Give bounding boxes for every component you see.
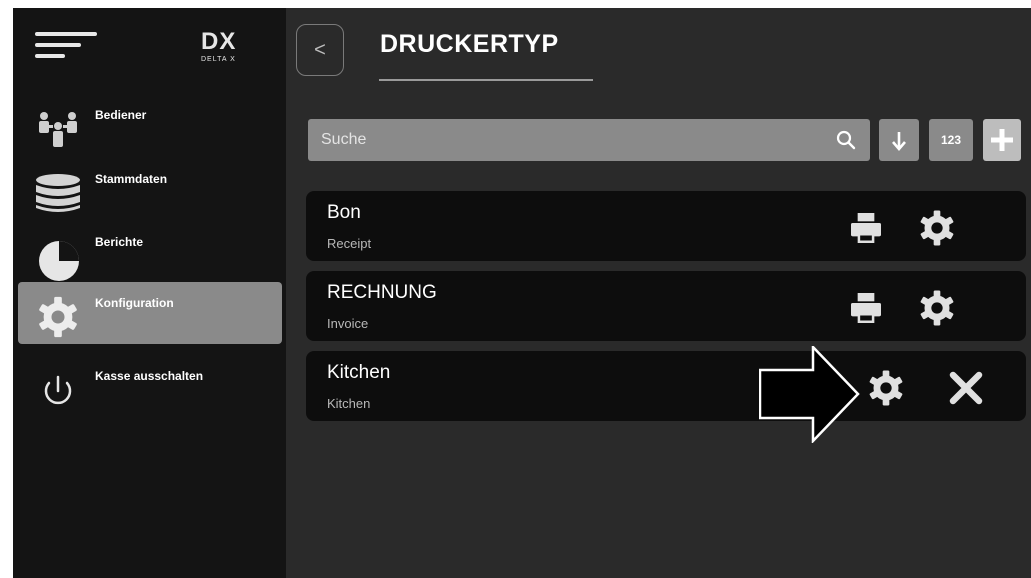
gear-icon[interactable] xyxy=(917,208,957,248)
back-button[interactable]: < xyxy=(296,24,344,76)
users-icon xyxy=(35,110,81,150)
gear-icon[interactable] xyxy=(866,368,906,408)
sidebar-item-label: Bediener xyxy=(95,108,147,122)
sidebar-item-label: Stammdaten xyxy=(95,172,168,186)
item-title: RECHNUNG xyxy=(327,282,437,303)
logo-subtext: DELTA X xyxy=(201,56,236,63)
item-title: Kitchen xyxy=(327,362,391,383)
sidebar-item-label: Berichte xyxy=(95,235,144,249)
title-underline xyxy=(379,79,593,81)
sidebar-item-kasse-ausschalten[interactable]: Kasse ausschalten xyxy=(13,357,286,417)
plus-icon xyxy=(991,129,1013,151)
list-item[interactable]: Bon Receipt xyxy=(306,191,1026,261)
sidebar-item-konfiguration[interactable]: Konfiguration xyxy=(18,282,282,344)
sidebar-item-bediener[interactable]: Bediener xyxy=(13,96,286,156)
add-button[interactable] xyxy=(983,119,1021,161)
sidebar-item-stammdaten[interactable]: Stammdaten xyxy=(13,160,286,220)
pie-chart-icon xyxy=(35,237,81,281)
logo-text: DX xyxy=(201,28,237,55)
sort-button[interactable] xyxy=(879,119,919,161)
database-icon xyxy=(35,174,81,214)
close-icon[interactable] xyxy=(946,368,986,408)
sidebar-item-label: Kasse ausschalten xyxy=(95,369,204,383)
logo: DX DELTA X xyxy=(201,30,261,70)
app-window: DX DELTA X Bediener Stammdaten Berichte … xyxy=(13,8,1031,578)
arrow-down-icon xyxy=(892,132,906,151)
gear-icon xyxy=(35,296,81,338)
sidebar-item-berichte[interactable]: Berichte xyxy=(13,223,286,283)
item-title: Bon xyxy=(327,202,361,223)
sidebar-item-label: Konfiguration xyxy=(95,296,174,310)
list-item[interactable]: Kitchen Kitchen xyxy=(306,351,1026,421)
item-subtitle: Invoice xyxy=(327,316,369,331)
search-bar[interactable] xyxy=(308,119,870,161)
page-title: DRUCKERTYP xyxy=(380,30,559,58)
main-content: < DRUCKERTYP 123 xyxy=(286,8,1031,578)
printer-icon[interactable] xyxy=(846,288,886,328)
power-icon xyxy=(35,371,81,411)
gear-icon[interactable] xyxy=(917,288,957,328)
number-sort-button[interactable]: 123 xyxy=(929,119,973,161)
list-item[interactable]: RECHNUNG Invoice xyxy=(306,271,1026,341)
sidebar: DX DELTA X Bediener Stammdaten Berichte … xyxy=(13,8,286,578)
item-subtitle: Kitchen xyxy=(327,396,371,411)
menu-button[interactable] xyxy=(35,28,97,68)
search-input[interactable] xyxy=(308,119,828,161)
printer-icon[interactable] xyxy=(846,208,886,248)
search-icon[interactable] xyxy=(836,130,856,150)
item-subtitle: Receipt xyxy=(327,236,372,251)
